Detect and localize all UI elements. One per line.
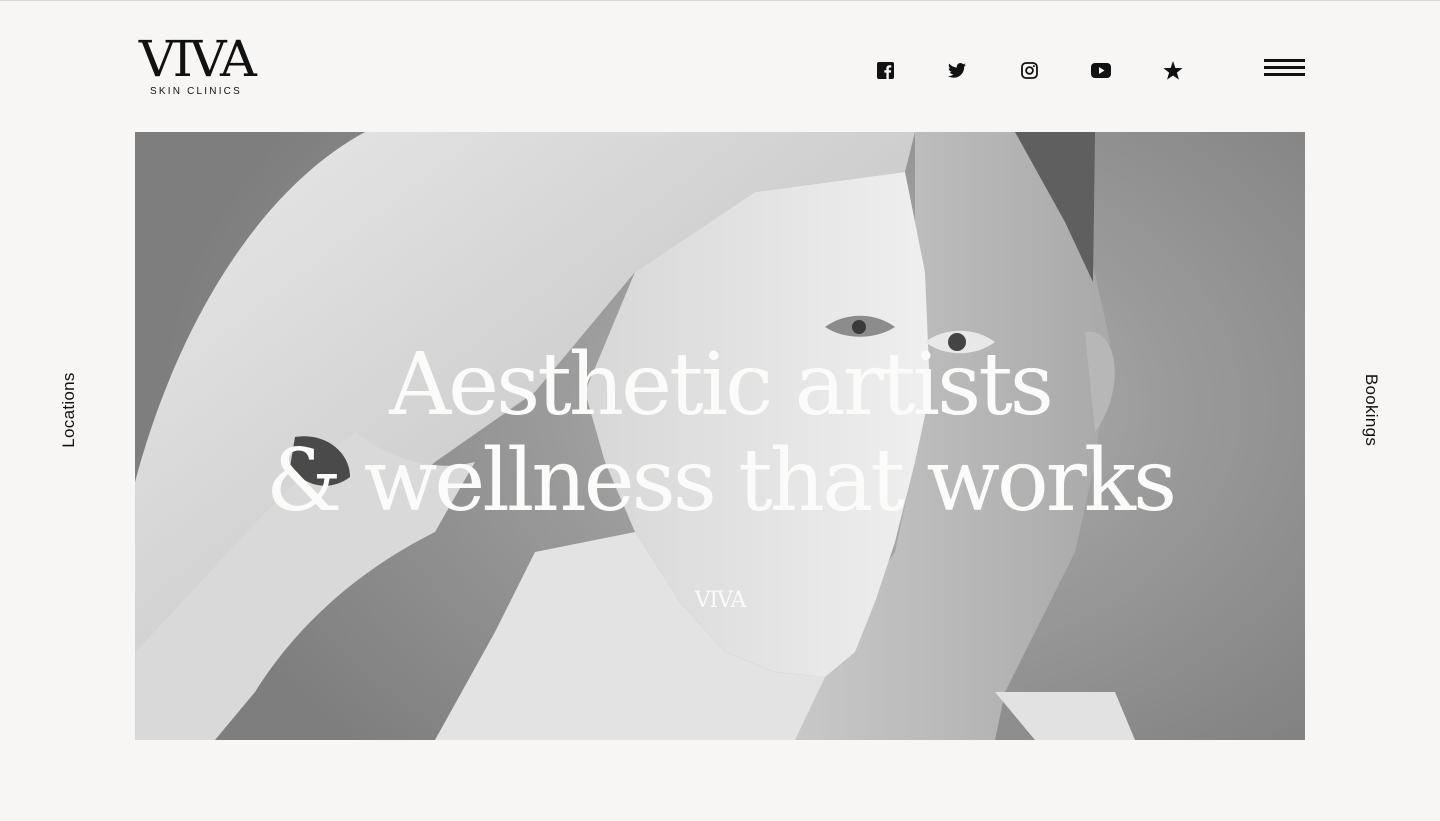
- star-icon[interactable]: [1158, 58, 1188, 82]
- social-links: [870, 58, 1188, 82]
- twitter-icon[interactable]: [942, 58, 972, 82]
- youtube-icon[interactable]: [1086, 58, 1116, 82]
- locations-link[interactable]: Locations: [59, 372, 79, 447]
- menu-bar: [1264, 73, 1305, 76]
- menu-bar: [1264, 59, 1305, 62]
- hero-headline: Aesthetic artists & wellness that works: [135, 337, 1305, 529]
- brand-wordmark: VIVA: [138, 30, 257, 88]
- instagram-icon[interactable]: [1014, 58, 1044, 82]
- menu-bar: [1264, 66, 1305, 69]
- hero-headline-line-2: & wellness that works: [265, 431, 1177, 531]
- bookings-link[interactable]: Bookings: [1361, 374, 1381, 446]
- facebook-icon[interactable]: [870, 58, 900, 82]
- hero-headline-line-1: Aesthetic artists: [389, 335, 1054, 435]
- hamburger-menu-icon[interactable]: [1264, 58, 1306, 80]
- top-border: [0, 0, 1440, 1]
- hero-banner: Aesthetic artists & wellness that works …: [135, 132, 1305, 740]
- hero-logo-mark: VIVA: [694, 588, 747, 613]
- brand-logo[interactable]: VIVA SKIN CLINICS: [135, 34, 257, 102]
